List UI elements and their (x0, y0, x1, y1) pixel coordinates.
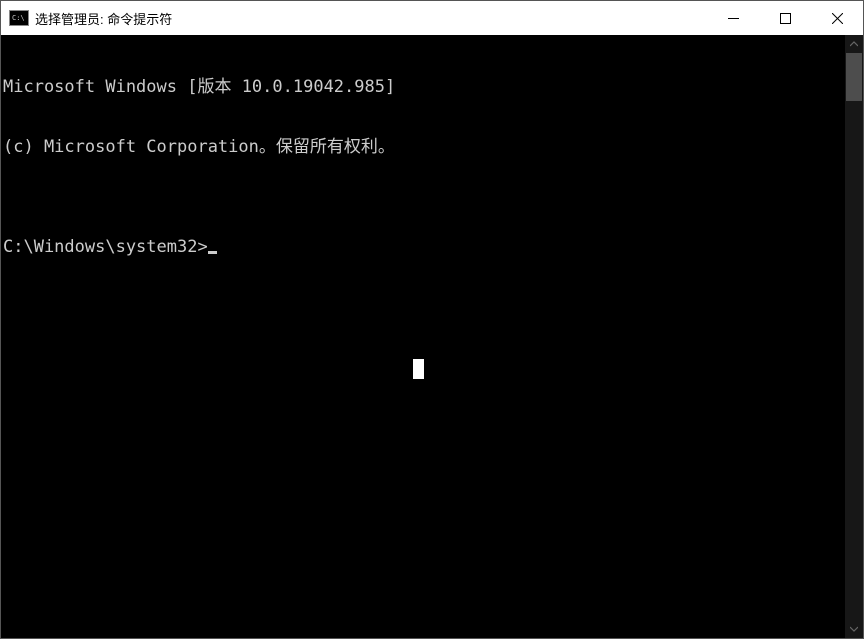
close-button[interactable] (811, 1, 863, 35)
terminal-area: Microsoft Windows [版本 10.0.19042.985] (c… (1, 35, 863, 638)
scrollbar-thumb[interactable] (846, 53, 862, 101)
maximize-button[interactable] (759, 1, 811, 35)
minimize-icon (728, 13, 739, 24)
chevron-down-icon (850, 625, 858, 633)
terminal-prompt: C:\Windows\system32> (3, 237, 208, 257)
cmd-window: C:\ 选择管理员: 命令提示符 Microso (0, 0, 864, 639)
text-cursor (208, 251, 217, 254)
terminal-prompt-line: C:\Windows\system32> (3, 237, 845, 257)
scrollbar-up-button[interactable] (845, 35, 863, 53)
minimize-button[interactable] (707, 1, 759, 35)
terminal-content[interactable]: Microsoft Windows [版本 10.0.19042.985] (c… (1, 35, 845, 638)
terminal-line: Microsoft Windows [版本 10.0.19042.985] (3, 77, 845, 97)
cmd-icon-text: C:\ (12, 15, 25, 22)
cmd-icon: C:\ (9, 10, 29, 26)
terminal-line: (c) Microsoft Corporation。保留所有权利。 (3, 137, 845, 157)
selection-cursor-block (413, 359, 424, 379)
titlebar[interactable]: C:\ 选择管理员: 命令提示符 (1, 1, 863, 35)
scrollbar-down-button[interactable] (845, 620, 863, 638)
close-icon (832, 13, 843, 24)
window-controls (707, 1, 863, 35)
chevron-up-icon (850, 40, 858, 48)
maximize-icon (780, 13, 791, 24)
vertical-scrollbar[interactable] (845, 35, 863, 638)
window-title: 选择管理员: 命令提示符 (35, 9, 707, 28)
